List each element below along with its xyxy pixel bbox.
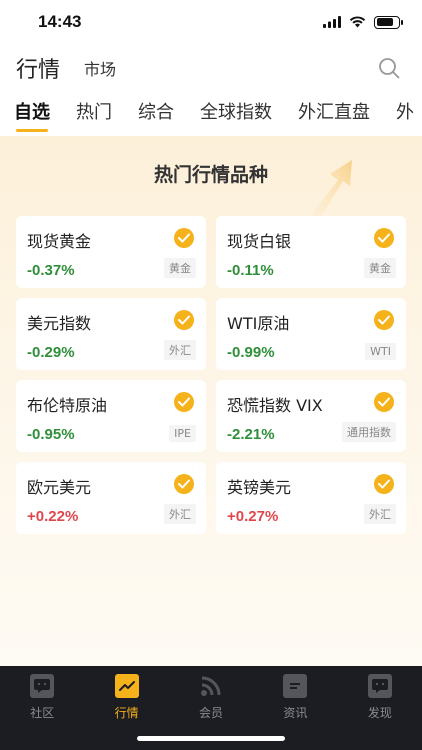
symbol-name: 英镑美元 xyxy=(227,478,292,497)
symbol-name: 恐慌指数 VIX xyxy=(227,396,323,415)
chart-icon xyxy=(114,674,139,698)
symbol-tag: 外汇 xyxy=(164,504,196,524)
check-icon[interactable] xyxy=(374,228,394,248)
tab-more[interactable]: 外 xyxy=(396,92,414,124)
market-tabs: 自选 热门 综合 全球指数 外汇直盘 外 xyxy=(0,92,422,132)
chat-icon xyxy=(30,674,55,698)
panel-title: 热门行情品种 xyxy=(153,164,268,186)
market-link[interactable]: 市场 xyxy=(84,56,116,80)
symbol-name: 现货白银 xyxy=(227,232,292,251)
check-icon[interactable] xyxy=(174,310,194,330)
symbol-tag: 黄金 xyxy=(364,258,396,278)
rss-icon xyxy=(199,674,223,698)
news-icon xyxy=(283,674,308,698)
status-time: 14:43 xyxy=(38,12,82,31)
symbol-grid: 现货黄金 -0.37% 黄金 现货白银 -0.11% 黄金 美元指数 -0.29… xyxy=(16,216,406,534)
tabbar-label: 行情 xyxy=(114,706,139,720)
check-icon[interactable] xyxy=(374,474,394,494)
tabbar-label: 社区 xyxy=(30,706,55,720)
symbol-card[interactable]: WTI原油 -0.99% WTI xyxy=(216,298,406,370)
tabbar-label: 会员 xyxy=(199,706,224,720)
hot-symbols-panel: 热门行情品种 现货黄金 -0.37% 黄金 现货白银 -0.11% 黄金 美元指… xyxy=(0,136,422,666)
check-icon[interactable] xyxy=(174,474,194,494)
tab-forex-direct[interactable]: 外汇直盘 xyxy=(298,92,370,124)
symbol-tag: 外汇 xyxy=(364,504,396,524)
tab-composite[interactable]: 综合 xyxy=(138,92,174,124)
symbol-tag: WTI xyxy=(365,343,396,360)
tabbar-item-discover[interactable]: 发现 xyxy=(338,674,422,750)
wifi-icon xyxy=(349,16,366,28)
check-icon[interactable] xyxy=(174,228,194,248)
symbol-tag: 通用指数 xyxy=(342,422,396,442)
symbol-card[interactable]: 欧元美元 +0.22% 外汇 xyxy=(16,462,206,534)
symbol-name: 美元指数 xyxy=(27,314,92,333)
symbol-tag: IPE xyxy=(169,425,196,442)
status-icons xyxy=(323,15,403,29)
symbol-name: 欧元美元 xyxy=(27,478,92,497)
symbol-card[interactable]: 恐慌指数 VIX -2.21% 通用指数 xyxy=(216,380,406,452)
search-icon[interactable] xyxy=(378,57,400,79)
status-bar: 14:43 xyxy=(0,0,422,44)
battery-icon xyxy=(374,15,403,29)
check-icon[interactable] xyxy=(174,392,194,412)
tab-watchlist[interactable]: 自选 xyxy=(14,92,50,132)
symbol-name: 现货黄金 xyxy=(27,232,92,251)
symbol-tag: 外汇 xyxy=(164,340,196,360)
tabbar-label: 资讯 xyxy=(283,706,308,720)
symbol-card[interactable]: 英镑美元 +0.27% 外汇 xyxy=(216,462,406,534)
symbol-name: 布伦特原油 xyxy=(27,396,108,415)
check-icon[interactable] xyxy=(374,392,394,412)
symbol-card[interactable]: 现货白银 -0.11% 黄金 xyxy=(216,216,406,288)
symbol-card[interactable]: 现货黄金 -0.37% 黄金 xyxy=(16,216,206,288)
page-title: 行情 xyxy=(16,58,61,83)
symbol-card[interactable]: 布伦特原油 -0.95% IPE xyxy=(16,380,206,452)
tabbar-item-community[interactable]: 社区 xyxy=(0,674,84,750)
header: 行情 市场 xyxy=(0,48,422,88)
signal-icon xyxy=(323,16,341,28)
tabbar-label: 发现 xyxy=(367,706,392,720)
tab-global-index[interactable]: 全球指数 xyxy=(200,92,272,124)
symbol-tag: 黄金 xyxy=(164,258,196,278)
discover-icon xyxy=(367,674,392,698)
home-indicator xyxy=(137,736,285,741)
symbol-card[interactable]: 美元指数 -0.29% 外汇 xyxy=(16,298,206,370)
check-icon[interactable] xyxy=(374,310,394,330)
symbol-name: WTI原油 xyxy=(227,314,290,333)
tab-hot[interactable]: 热门 xyxy=(76,92,112,124)
